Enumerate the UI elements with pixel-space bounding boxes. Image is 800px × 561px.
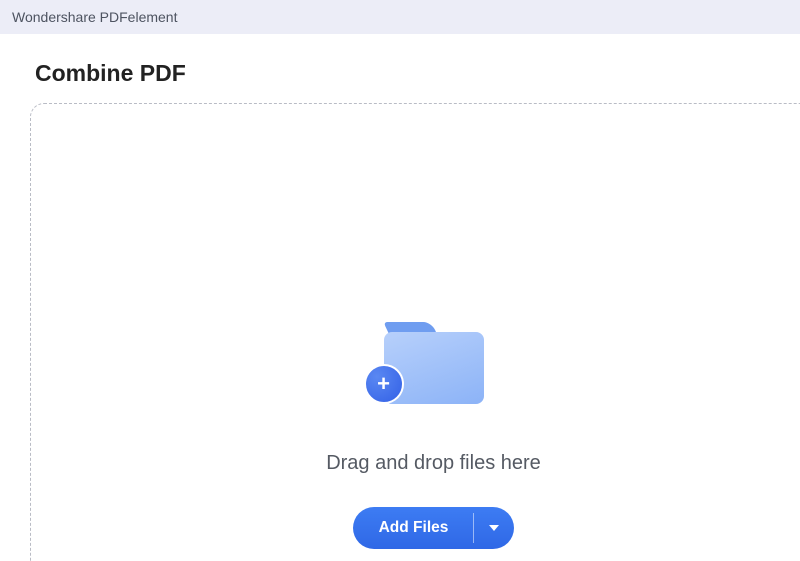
add-files-button[interactable]: Add Files (353, 507, 475, 549)
page-title: Combine PDF (35, 60, 800, 87)
add-files-button-group: Add Files (353, 507, 515, 549)
folder-add-icon: + (374, 322, 494, 412)
add-files-button-label: Add Files (379, 519, 449, 537)
app-name: Wondershare PDFelement (12, 9, 177, 25)
chevron-down-icon (489, 525, 499, 531)
plus-icon: + (364, 364, 404, 404)
dropzone-hint: Drag and drop files here (326, 452, 541, 475)
dropzone[interactable]: + Drag and drop files here Add Files (30, 103, 800, 561)
add-files-dropdown-button[interactable] (474, 507, 514, 549)
titlebar: Wondershare PDFelement (0, 0, 800, 34)
